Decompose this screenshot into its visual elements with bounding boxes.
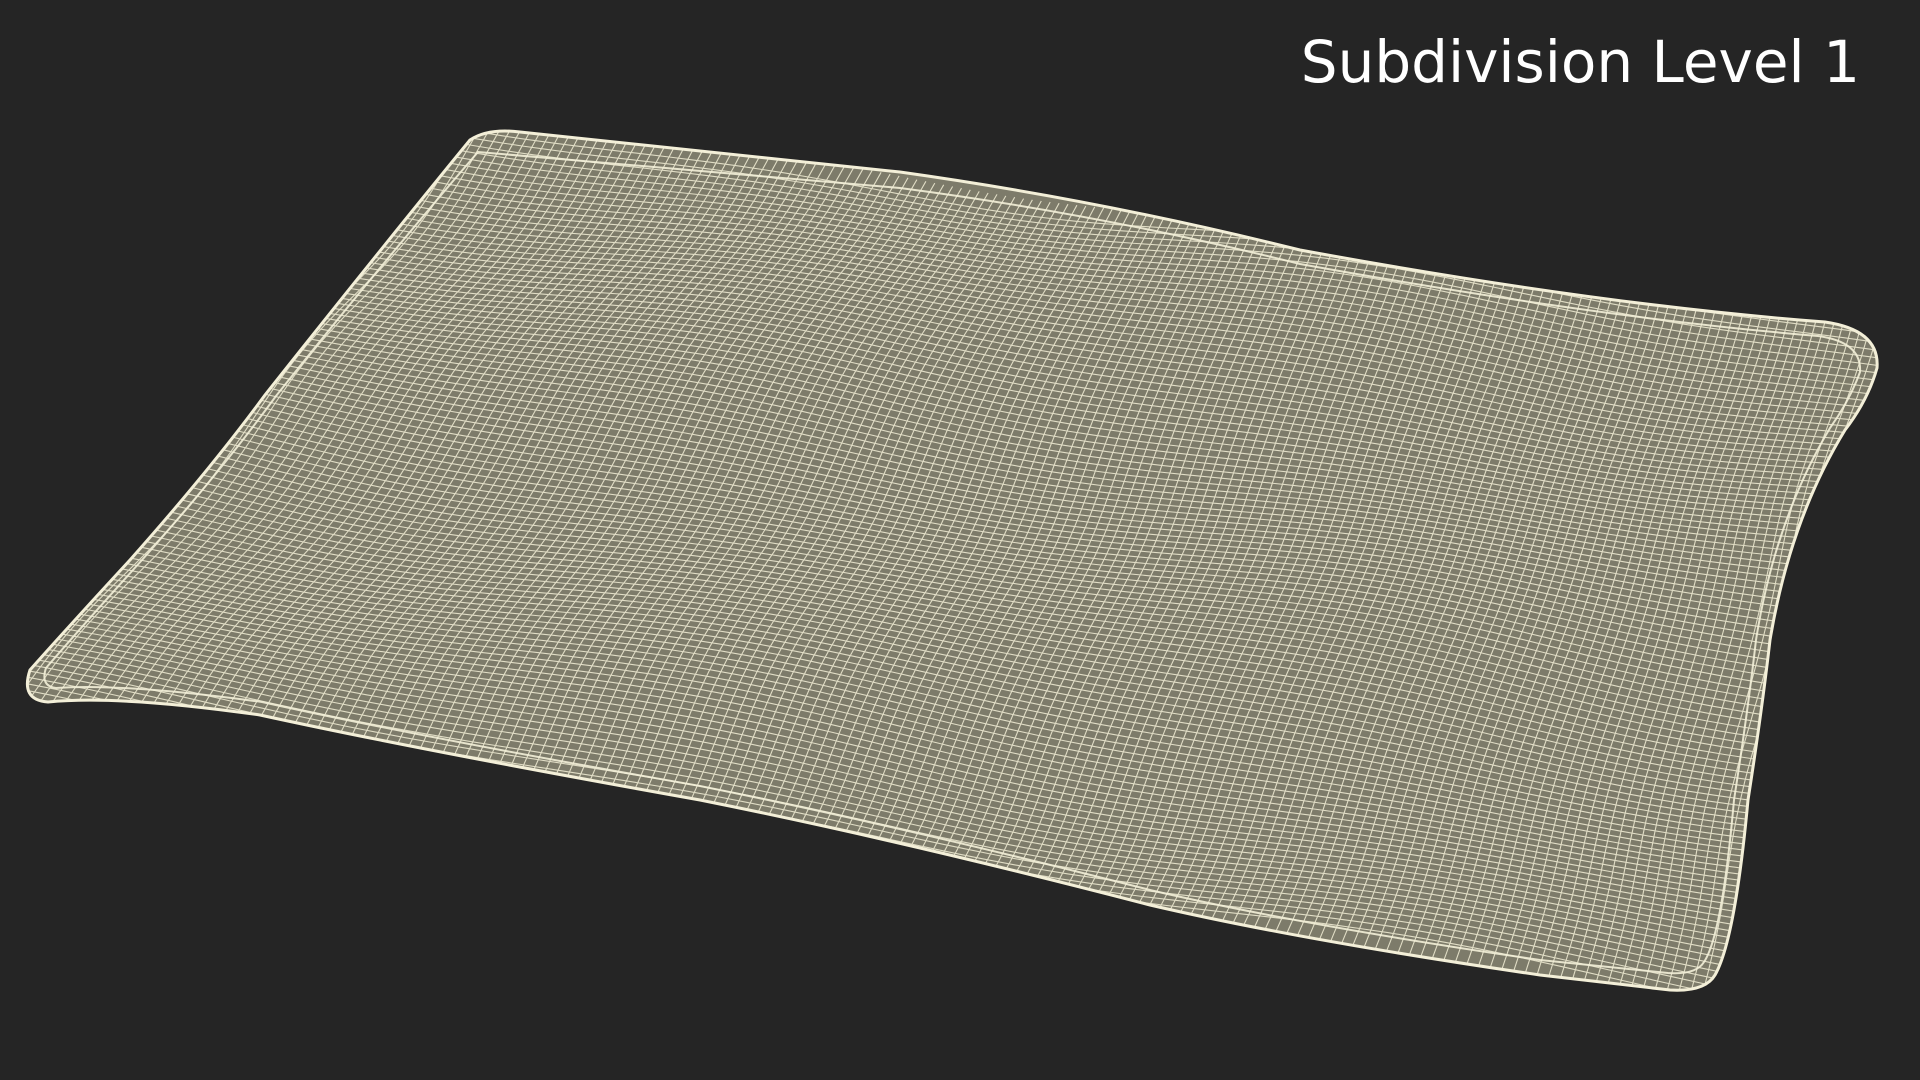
pillow-wireframe-render <box>25 129 1879 992</box>
render-viewport: Subdivision Level 1 <box>0 0 1920 1080</box>
subdivision-level-caption: Subdivision Level 1 <box>1300 28 1860 96</box>
